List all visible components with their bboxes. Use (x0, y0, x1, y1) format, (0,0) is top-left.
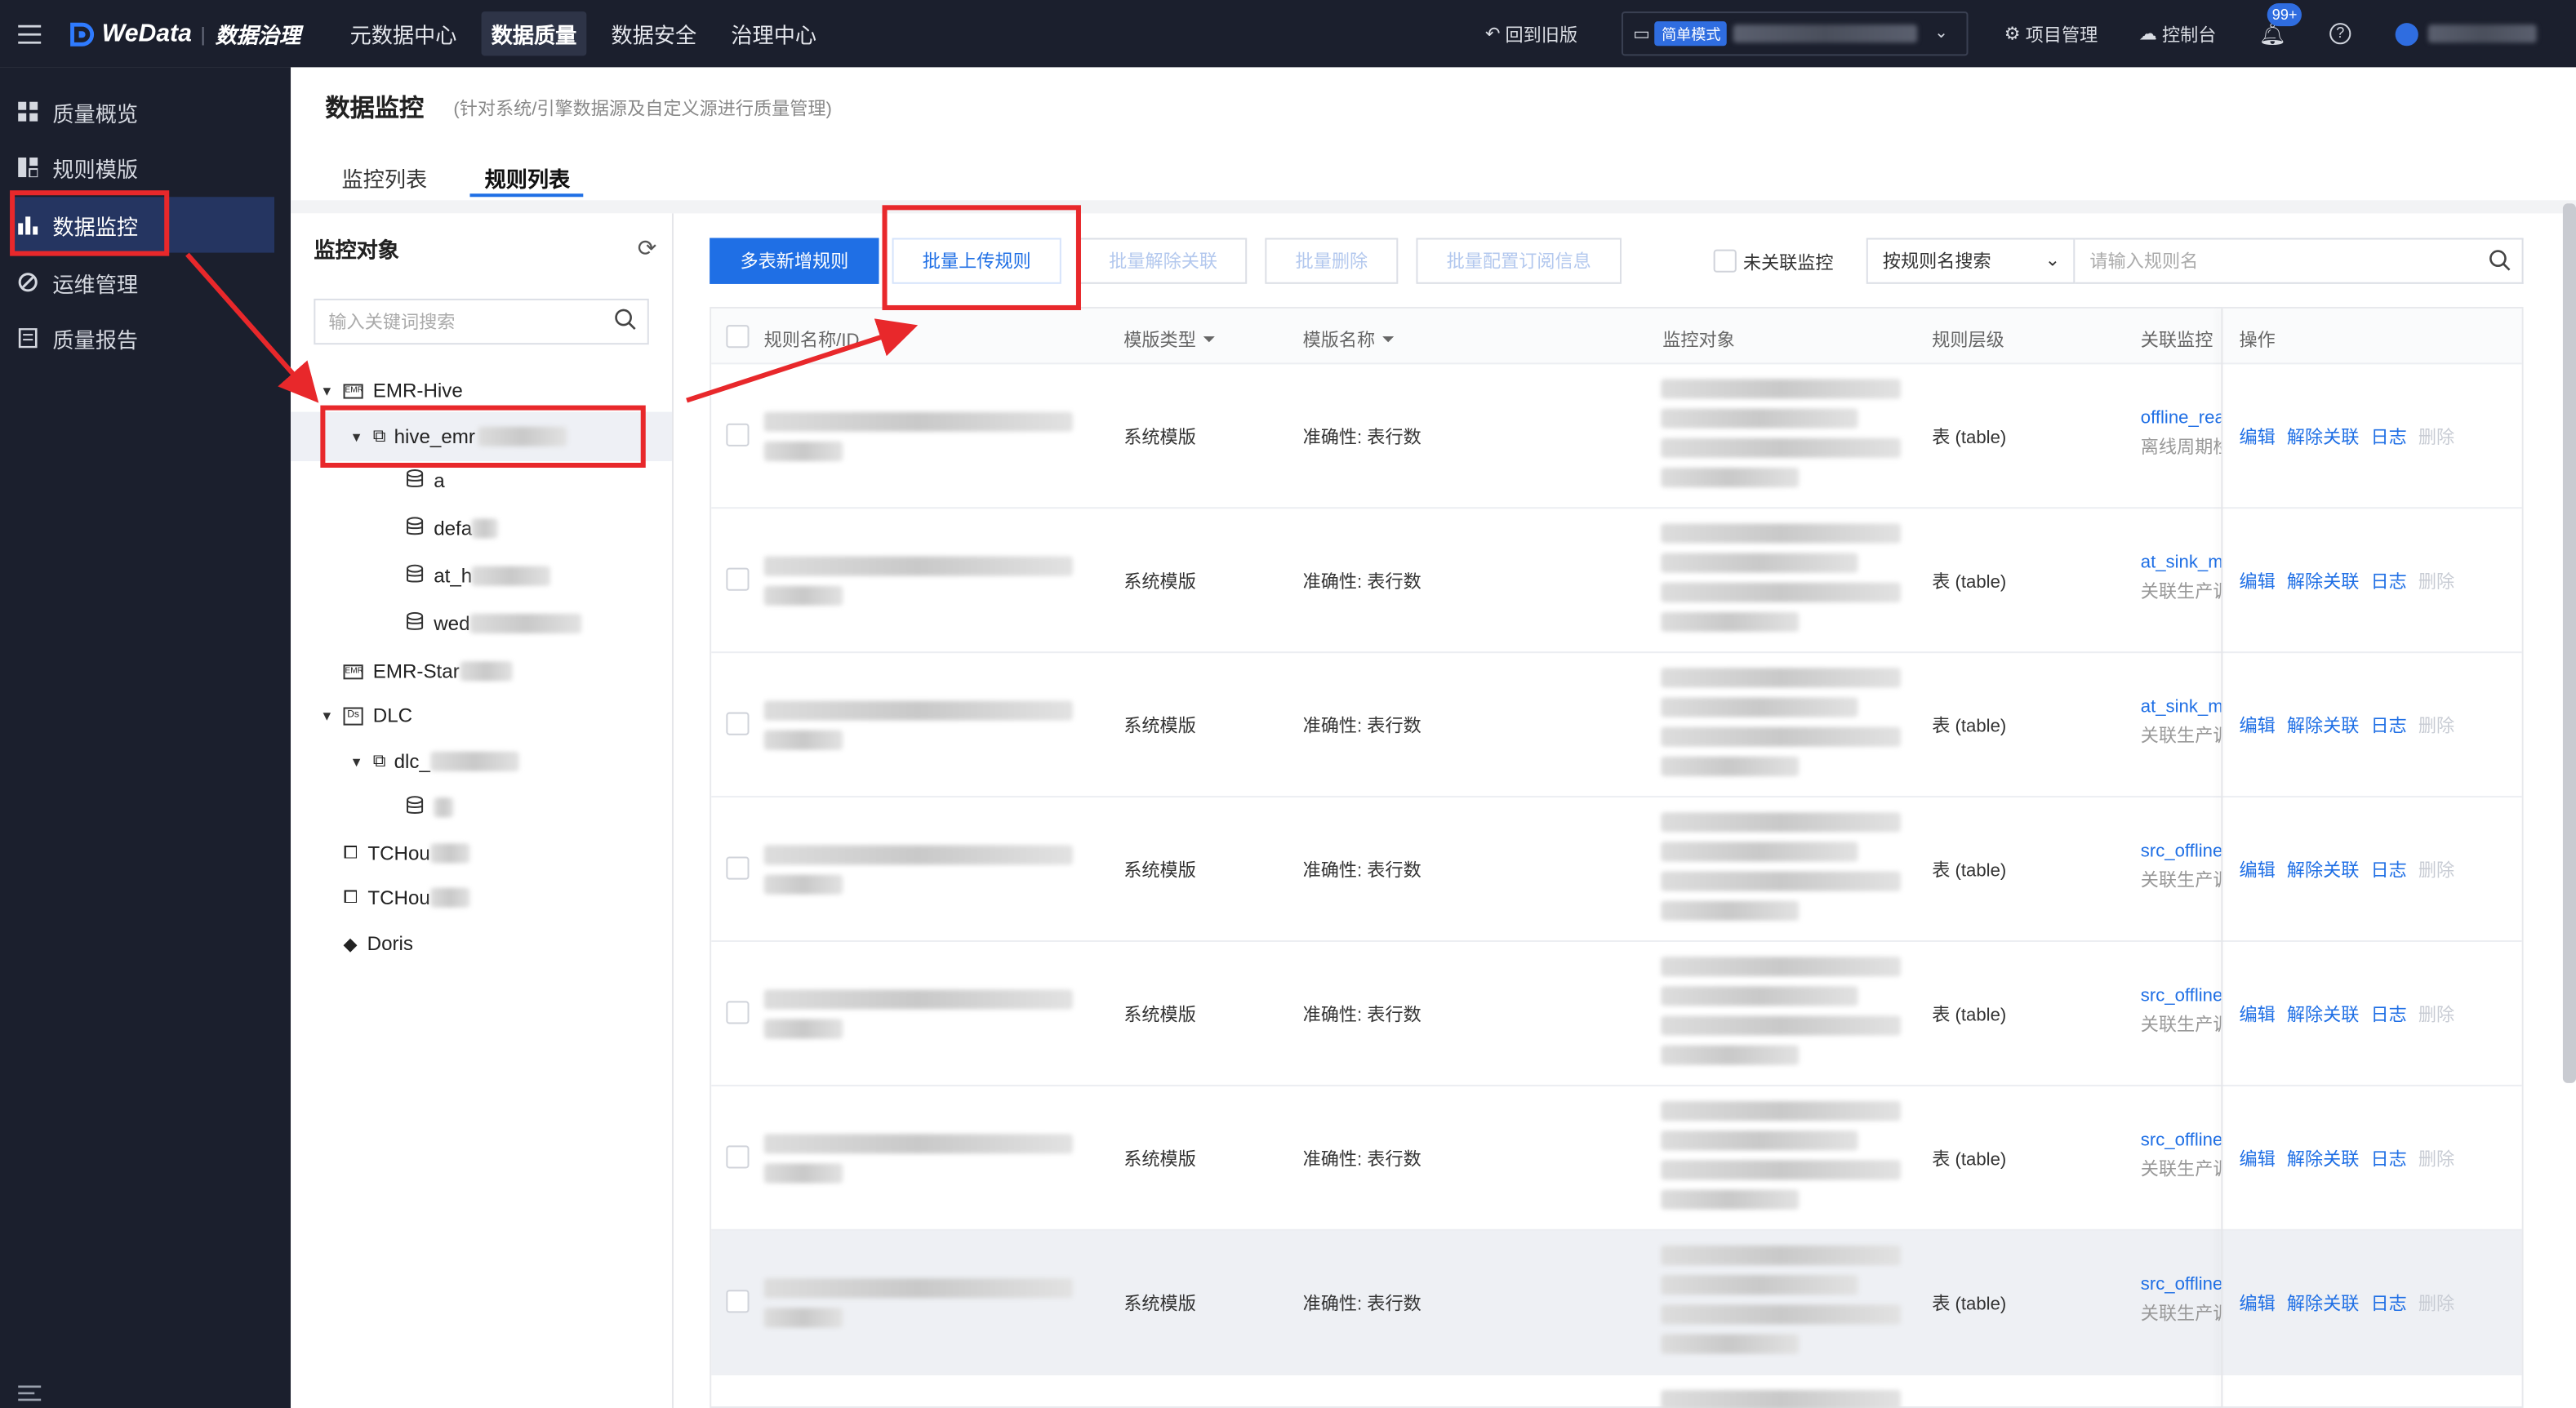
app-root: WeData | 数据治理 元数据中心 数据质量 数据安全 治理中心 ↶ 回到旧版… (0, 0, 2576, 1408)
annotation-arrows (185, 252, 919, 403)
